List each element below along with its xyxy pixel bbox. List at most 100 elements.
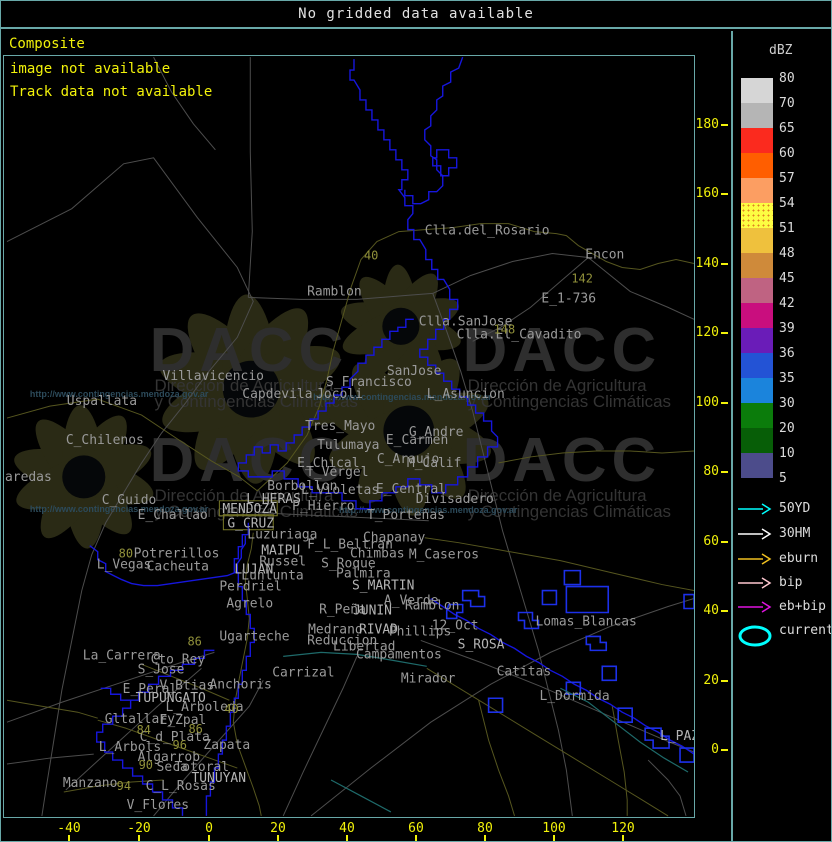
y-axis-tick xyxy=(721,680,728,682)
x-axis-tick xyxy=(68,835,70,841)
road-number-label: 40 xyxy=(364,249,378,263)
colorbar-swatch xyxy=(741,328,773,353)
boundary-line xyxy=(587,257,694,320)
place-label: Campamentos xyxy=(356,647,442,662)
current-storm-ellipse-icon xyxy=(738,625,772,647)
y-axis-label: 100 xyxy=(695,395,719,410)
colorbar-swatch xyxy=(741,203,773,228)
x-axis-label: 0 xyxy=(205,821,213,836)
road-number-label: 142 xyxy=(571,271,593,285)
notice-image-unavailable: image not available xyxy=(10,61,171,77)
place-label: Luzuriaga xyxy=(247,528,317,543)
storm-cell-outline xyxy=(461,589,486,608)
place-label: Uspallata xyxy=(67,394,137,409)
place-label: Clla.El_Cavadito xyxy=(457,327,582,342)
y-axis-label: 40 xyxy=(703,603,719,618)
legend-item: eb+bip xyxy=(733,596,831,622)
place-label: Lomas_Blancas xyxy=(535,614,636,629)
legend-label: 50YD xyxy=(779,501,811,516)
colorbar-value: 5 xyxy=(779,471,787,486)
legend-item: bip xyxy=(733,572,831,598)
colorbar-value: 36 xyxy=(779,346,795,361)
place-label: Divisadero xyxy=(416,492,494,507)
place-label: E_Carmen xyxy=(386,433,448,448)
y-axis-label: 80 xyxy=(703,464,719,479)
place-label: JUNIN xyxy=(353,603,392,618)
x-axis-tick xyxy=(277,835,279,841)
colorbar-value: 80 xyxy=(779,71,795,86)
place-label: T_Vergel xyxy=(306,465,368,480)
place-label: Ramblon xyxy=(307,284,362,299)
place-label: L_Violetas xyxy=(301,483,379,498)
storm-cell-outline xyxy=(541,589,558,606)
place-label: Cacheuta xyxy=(147,560,209,575)
legend-item: 50YD xyxy=(733,498,831,524)
colorbar-swatch xyxy=(741,253,773,278)
place-label: Zapata xyxy=(203,738,250,753)
colorbar-swatch xyxy=(741,403,773,428)
place-label: aredas xyxy=(5,470,52,485)
colorbar-value: 45 xyxy=(779,271,795,286)
place-label: C_Chilenos xyxy=(66,433,144,448)
colorbar-swatch xyxy=(741,153,773,178)
storm-cell-outline xyxy=(585,635,608,652)
y-axis-tick xyxy=(721,193,728,195)
road-number-label: 86 xyxy=(187,634,201,648)
colorbar-swatch xyxy=(741,453,773,478)
colorbar-value: 54 xyxy=(779,196,795,211)
place-label: Agrelo xyxy=(226,597,273,612)
y-axis-tick xyxy=(721,541,728,543)
y-axis-tick xyxy=(721,332,728,334)
product-label: Composite xyxy=(9,36,85,52)
radar-app-window: No gridded data available Composite DACC… xyxy=(0,0,832,842)
colorbar-value: 20 xyxy=(779,421,795,436)
road-line xyxy=(424,537,694,592)
x-axis-label: 120 xyxy=(611,821,635,836)
scale-panel: dBZ 80 70 65 60 57 54 51 48 45 42 39 36 35 30 20 10 5 50… xyxy=(731,31,831,841)
map-canvas[interactable]: DACC DACCDACC DACCDirección de Agricultura… xyxy=(4,56,694,817)
notice-track-unavailable: Track data not available xyxy=(10,84,213,100)
titlebar: No gridded data available xyxy=(1,1,831,29)
colorbar-unit-label: dBZ xyxy=(769,43,793,58)
colorbar-swatch xyxy=(741,78,773,103)
road-number-label: 90 xyxy=(139,758,153,772)
place-label: P_Hierro xyxy=(292,499,354,514)
y-axis-label: 140 xyxy=(695,256,719,271)
x-axis-tick xyxy=(346,835,348,841)
y-axis-label: 0 xyxy=(711,742,719,757)
legend-item: 30HM xyxy=(733,523,831,549)
y-axis-tick xyxy=(721,610,728,612)
x-axis-label: 40 xyxy=(339,821,355,836)
colorbar-swatch xyxy=(741,353,773,378)
road-number-label: 86 xyxy=(188,722,202,736)
legend-label: current xyxy=(779,623,832,638)
colorbar-value: 51 xyxy=(779,221,795,236)
place-label: T_Porteñas xyxy=(367,508,445,523)
legend-item: current xyxy=(733,620,832,647)
boundary-line xyxy=(247,57,253,298)
legend-label: eburn xyxy=(779,551,819,566)
place-label: C_Guido xyxy=(102,493,157,508)
road-line xyxy=(6,699,98,719)
place-label: Anchoris xyxy=(209,677,271,692)
place-label: 12_Oct xyxy=(432,618,479,633)
colorbar-value: 35 xyxy=(779,371,795,386)
y-axis-label: 180 xyxy=(695,117,719,132)
map-area[interactable]: DACC DACC DACC DACC Dirección de Agricultura… xyxy=(3,55,695,818)
place-label: V_Flores xyxy=(127,798,189,813)
place-label: S_Jose xyxy=(138,662,185,677)
y-axis-tick xyxy=(721,263,728,265)
canal-line xyxy=(330,779,392,813)
legend-label: 30HM xyxy=(779,526,811,541)
storm-cell-outline xyxy=(563,569,582,586)
map-panel: Composite DACC DACC DACC DACC Dirección de A… xyxy=(1,31,731,841)
place-label: Capdevila xyxy=(242,387,312,402)
x-axis-tick xyxy=(208,835,210,841)
y-axis-label: 120 xyxy=(695,325,719,340)
place-label: M_Calif xyxy=(407,456,462,471)
x-axis-tick xyxy=(553,835,555,841)
x-axis-label: -40 xyxy=(57,821,81,836)
place-label: E_1-736 xyxy=(541,291,596,306)
window-title: No gridded data available xyxy=(298,6,534,22)
colorbar-swatch xyxy=(741,378,773,403)
